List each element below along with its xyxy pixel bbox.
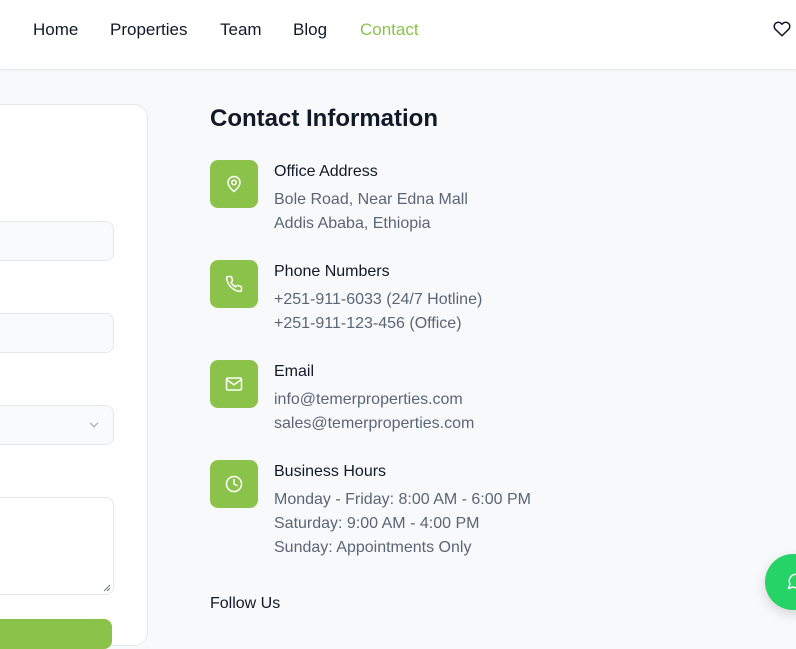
- top-navigation-bar: Home Properties Team Blog Contact: [0, 0, 796, 70]
- contact-item-line: Monday - Friday: 8:00 AM - 6:00 PM: [274, 491, 531, 508]
- chat-button[interactable]: [765, 554, 796, 610]
- nav-home[interactable]: Home: [33, 19, 78, 41]
- contact-item-address: Office Address Bole Road, Near Edna Mall…: [210, 160, 630, 260]
- nav-properties[interactable]: Properties: [110, 19, 187, 41]
- contact-item-line: Bole Road, Near Edna Mall: [274, 191, 468, 208]
- nav-team[interactable]: Team: [220, 19, 262, 41]
- follow-us-title: Follow Us: [210, 595, 281, 612]
- clock-icon: [210, 460, 258, 508]
- contact-info-title: Contact Information: [210, 105, 438, 132]
- contact-item-line: Sunday: Appointments Only: [274, 539, 472, 556]
- contact-item-email: Email info@temerproperties.com sales@tem…: [210, 360, 630, 460]
- heart-icon[interactable]: [773, 20, 791, 38]
- nav-contact[interactable]: Contact: [360, 19, 419, 41]
- contact-item-line[interactable]: +251-911-6033 (24/7 Hotline): [274, 288, 482, 312]
- mail-icon: [210, 360, 258, 408]
- contact-item-title: Office Address: [274, 163, 378, 180]
- contact-item-line[interactable]: +251-911-123-456 (Office): [274, 312, 462, 336]
- contact-item-hours: Business Hours Monday - Friday: 8:00 AM …: [210, 460, 630, 584]
- contact-item-line: Addis Ababa, Ethiopia: [274, 215, 431, 232]
- contact-item-title: Phone Numbers: [274, 263, 390, 280]
- contact-item-title: Email: [274, 363, 315, 380]
- message-textarea[interactable]: [0, 497, 114, 595]
- subject-select[interactable]: [0, 405, 114, 445]
- resize-handle-icon[interactable]: [103, 584, 111, 592]
- nav-blog[interactable]: Blog: [293, 19, 327, 41]
- email-input[interactable]: [0, 313, 114, 353]
- chat-icon: [787, 573, 796, 590]
- contact-item-title: Business Hours: [274, 463, 387, 480]
- map-pin-icon: [210, 160, 258, 208]
- contact-item-line[interactable]: info@temerproperties.com: [274, 388, 463, 412]
- contact-item-phone: Phone Numbers +251-911-6033 (24/7 Hotlin…: [210, 260, 630, 360]
- contact-item-line: Saturday: 9:00 AM - 4:00 PM: [274, 515, 480, 532]
- chevron-down-icon: [89, 422, 99, 428]
- name-input[interactable]: [0, 221, 114, 261]
- phone-icon: [210, 260, 258, 308]
- contact-item-line[interactable]: sales@temerproperties.com: [274, 412, 474, 436]
- submit-button[interactable]: [0, 619, 112, 649]
